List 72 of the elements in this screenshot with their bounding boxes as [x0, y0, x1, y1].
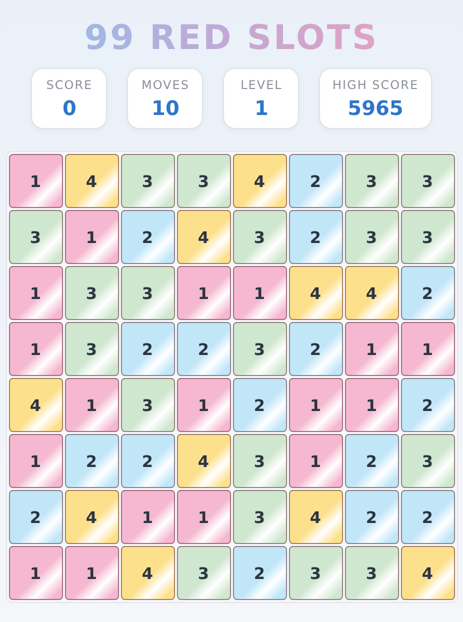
number-tile[interactable]: 1: [8, 546, 62, 600]
number-tile[interactable]: 4: [344, 266, 398, 320]
number-tile[interactable]: 2: [120, 322, 174, 376]
number-tile[interactable]: 2: [344, 434, 398, 488]
stat-label: MOVES: [141, 78, 190, 92]
stat-label: HIGH SCORE: [332, 78, 419, 92]
number-tile[interactable]: 4: [400, 546, 454, 600]
number-tile[interactable]: 3: [120, 378, 174, 432]
number-tile[interactable]: 1: [288, 434, 342, 488]
number-tile[interactable]: 1: [288, 378, 342, 432]
number-tile[interactable]: 4: [64, 154, 118, 208]
number-tile[interactable]: 3: [64, 266, 118, 320]
stat-label: LEVEL: [240, 78, 282, 92]
number-tile[interactable]: 3: [288, 546, 342, 600]
number-tile[interactable]: 3: [8, 210, 62, 264]
number-tile[interactable]: 1: [176, 490, 230, 544]
number-tile[interactable]: 2: [232, 378, 286, 432]
number-tile[interactable]: 1: [64, 378, 118, 432]
number-tile[interactable]: 2: [400, 378, 454, 432]
number-tile[interactable]: 1: [120, 490, 174, 544]
number-tile[interactable]: 2: [232, 546, 286, 600]
stat-value: 0: [62, 96, 76, 120]
number-tile[interactable]: 3: [344, 546, 398, 600]
number-tile[interactable]: 2: [400, 266, 454, 320]
number-tile[interactable]: 2: [344, 490, 398, 544]
stat-value: 10: [152, 96, 180, 120]
number-tile[interactable]: 2: [288, 322, 342, 376]
number-tile[interactable]: 4: [232, 154, 286, 208]
number-tile[interactable]: 3: [232, 322, 286, 376]
number-tile[interactable]: 3: [344, 154, 398, 208]
number-tile[interactable]: 3: [64, 322, 118, 376]
number-tile[interactable]: 3: [176, 546, 230, 600]
number-tile[interactable]: 3: [120, 154, 174, 208]
number-tile[interactable]: 1: [176, 378, 230, 432]
number-tile[interactable]: 1: [64, 210, 118, 264]
stat-label: SCORE: [46, 78, 93, 92]
stat-value: 1: [254, 96, 268, 120]
number-tile[interactable]: 1: [400, 322, 454, 376]
number-tile[interactable]: 1: [8, 154, 62, 208]
number-tile[interactable]: 2: [120, 210, 174, 264]
number-tile[interactable]: 3: [120, 266, 174, 320]
number-tile[interactable]: 2: [400, 490, 454, 544]
number-tile[interactable]: 3: [232, 434, 286, 488]
number-tile[interactable]: 3: [400, 434, 454, 488]
number-tile[interactable]: 1: [344, 378, 398, 432]
number-tile[interactable]: 1: [64, 546, 118, 600]
number-tile[interactable]: 2: [288, 154, 342, 208]
number-tile[interactable]: 2: [8, 490, 62, 544]
number-tile[interactable]: 4: [120, 546, 174, 600]
number-tile[interactable]: 2: [176, 322, 230, 376]
number-tile[interactable]: 3: [232, 490, 286, 544]
number-tile[interactable]: 4: [288, 490, 342, 544]
number-tile[interactable]: 4: [64, 490, 118, 544]
stat-value: 5965: [348, 96, 404, 120]
number-tile[interactable]: 3: [176, 154, 230, 208]
number-tile[interactable]: 4: [8, 378, 62, 432]
number-tile[interactable]: 1: [8, 322, 62, 376]
number-tile[interactable]: 1: [344, 322, 398, 376]
number-tile[interactable]: 2: [288, 210, 342, 264]
number-tile[interactable]: 3: [344, 210, 398, 264]
number-tile[interactable]: 4: [176, 210, 230, 264]
number-tile[interactable]: 3: [400, 154, 454, 208]
number-tile[interactable]: 1: [8, 266, 62, 320]
number-tile[interactable]: 4: [176, 434, 230, 488]
number-tile[interactable]: 2: [64, 434, 118, 488]
number-tile[interactable]: 1: [8, 434, 62, 488]
number-tile[interactable]: 1: [176, 266, 230, 320]
number-tile[interactable]: 3: [400, 210, 454, 264]
number-tile[interactable]: 1: [232, 266, 286, 320]
number-tile[interactable]: 3: [232, 210, 286, 264]
number-tile[interactable]: 4: [288, 266, 342, 320]
number-tile[interactable]: 2: [120, 434, 174, 488]
